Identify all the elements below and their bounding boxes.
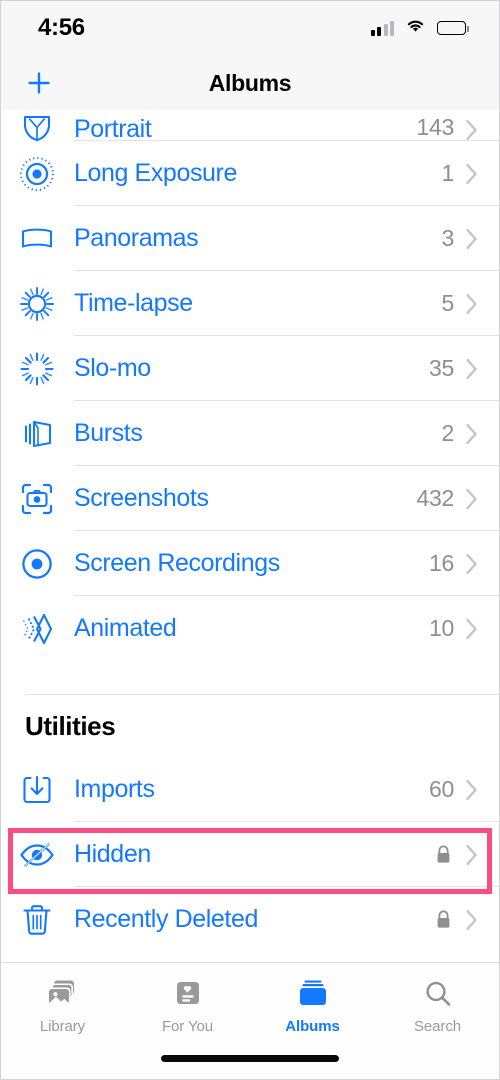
status-bar: 4:56 bbox=[0, 0, 500, 56]
chevron-right-icon bbox=[465, 553, 478, 575]
battery-icon bbox=[437, 21, 469, 35]
chevron-right-icon bbox=[465, 163, 478, 185]
section-header-utilities: Utilities bbox=[25, 710, 116, 741]
list-item-hidden[interactable]: Hidden bbox=[0, 822, 500, 887]
list-item-portrait[interactable]: Portrait 143 bbox=[0, 110, 500, 143]
list-item-count: 143 bbox=[416, 114, 455, 140]
chevron-right-icon bbox=[465, 358, 478, 380]
search-icon bbox=[423, 977, 453, 1011]
chevron-right-icon bbox=[465, 293, 478, 315]
list-item-label: Slo-mo bbox=[74, 354, 151, 382]
portrait-icon bbox=[0, 110, 74, 141]
list-item-imports[interactable]: Imports 60 bbox=[0, 757, 500, 822]
time-lapse-icon bbox=[0, 284, 74, 324]
screen-recordings-icon bbox=[0, 544, 74, 584]
plus-icon bbox=[28, 72, 50, 94]
list-item-label: Time-lapse bbox=[74, 289, 193, 317]
lock-icon bbox=[435, 909, 452, 931]
albums-list[interactable]: Portrait 143 Long Exposure 1 Panoramas 3… bbox=[0, 110, 500, 962]
tab-library[interactable]: Library bbox=[0, 977, 125, 1035]
panorama-icon bbox=[0, 219, 74, 259]
long-exposure-icon bbox=[0, 154, 74, 194]
tab-label: Library bbox=[39, 1018, 86, 1035]
tab-search[interactable]: Search bbox=[375, 977, 500, 1035]
chevron-right-icon bbox=[465, 488, 478, 510]
slo-mo-icon bbox=[0, 349, 74, 389]
wifi-icon bbox=[405, 18, 426, 38]
list-item-label: Hidden bbox=[74, 840, 151, 868]
tab-albums[interactable]: Albums bbox=[250, 977, 375, 1035]
list-item-recently-deleted[interactable]: Recently Deleted bbox=[0, 887, 500, 952]
chevron-right-icon bbox=[465, 844, 478, 866]
list-item-slo-mo[interactable]: Slo-mo 35 bbox=[0, 336, 500, 401]
list-item-screen-recordings[interactable]: Screen Recordings 16 bbox=[0, 531, 500, 596]
section-gap bbox=[0, 661, 500, 695]
tab-label: Search bbox=[414, 1018, 461, 1035]
list-item-count: 5 bbox=[441, 290, 455, 316]
list-item-label: Long Exposure bbox=[74, 159, 237, 187]
chevron-right-icon bbox=[465, 779, 478, 801]
list-item-count: 1 bbox=[441, 160, 455, 186]
chevron-right-icon bbox=[465, 618, 478, 640]
imports-icon bbox=[0, 770, 74, 810]
tab-for-you[interactable]: For You bbox=[125, 977, 250, 1035]
chevron-right-icon bbox=[465, 909, 478, 931]
hidden-icon bbox=[0, 835, 74, 875]
list-item-time-lapse[interactable]: Time-lapse 5 bbox=[0, 271, 500, 336]
screenshots-icon bbox=[0, 479, 74, 519]
list-item-label: Panoramas bbox=[74, 224, 199, 252]
lock-icon bbox=[435, 844, 452, 866]
list-item-label: Recently Deleted bbox=[74, 905, 258, 933]
tab-label: For You bbox=[161, 1018, 213, 1035]
list-item-animated[interactable]: Animated 10 bbox=[0, 596, 500, 661]
list-item-count: 3 bbox=[441, 225, 455, 251]
navigation-bar: Albums bbox=[0, 56, 500, 110]
list-item-label: Screen Recordings bbox=[74, 549, 280, 577]
chevron-right-icon bbox=[465, 423, 478, 445]
albums-icon bbox=[297, 977, 329, 1011]
home-indicator bbox=[161, 1055, 339, 1062]
iphone-screen: 4:56 Albums Portrait 143 Long Exposure 1… bbox=[0, 0, 500, 1080]
animated-icon bbox=[0, 609, 74, 649]
page-title: Albums bbox=[208, 69, 292, 96]
trash-icon bbox=[0, 900, 74, 940]
add-album-button[interactable] bbox=[22, 66, 56, 100]
list-item-label: Animated bbox=[74, 614, 177, 642]
status-bar-indicators bbox=[370, 18, 469, 38]
library-icon bbox=[46, 977, 80, 1011]
list-item-bursts[interactable]: Bursts 2 bbox=[0, 401, 500, 466]
bursts-icon bbox=[0, 414, 74, 454]
list-item-long-exposure[interactable]: Long Exposure 1 bbox=[0, 141, 500, 206]
list-item-count: 432 bbox=[416, 485, 455, 511]
list-item-count: 60 bbox=[429, 776, 454, 802]
status-bar-clock: 4:56 bbox=[38, 14, 85, 41]
list-item-label: Screenshots bbox=[74, 484, 209, 512]
list-item-count: 2 bbox=[441, 420, 455, 446]
list-item-label: Bursts bbox=[74, 419, 143, 447]
cellular-signal-icon bbox=[370, 20, 394, 36]
list-item-count: 16 bbox=[429, 550, 454, 576]
list-item-count: 35 bbox=[429, 355, 454, 381]
list-item-screenshots[interactable]: Screenshots 432 bbox=[0, 466, 500, 531]
for-you-icon bbox=[174, 977, 202, 1011]
list-item-label: Imports bbox=[74, 775, 155, 803]
list-item-panoramas[interactable]: Panoramas 3 bbox=[0, 206, 500, 271]
chevron-right-icon bbox=[465, 228, 478, 250]
list-item-count: 10 bbox=[429, 615, 454, 641]
chevron-right-icon bbox=[465, 119, 478, 141]
tab-label: Albums bbox=[285, 1018, 340, 1035]
tab-bar: Library For You Albums Search bbox=[0, 962, 500, 1080]
